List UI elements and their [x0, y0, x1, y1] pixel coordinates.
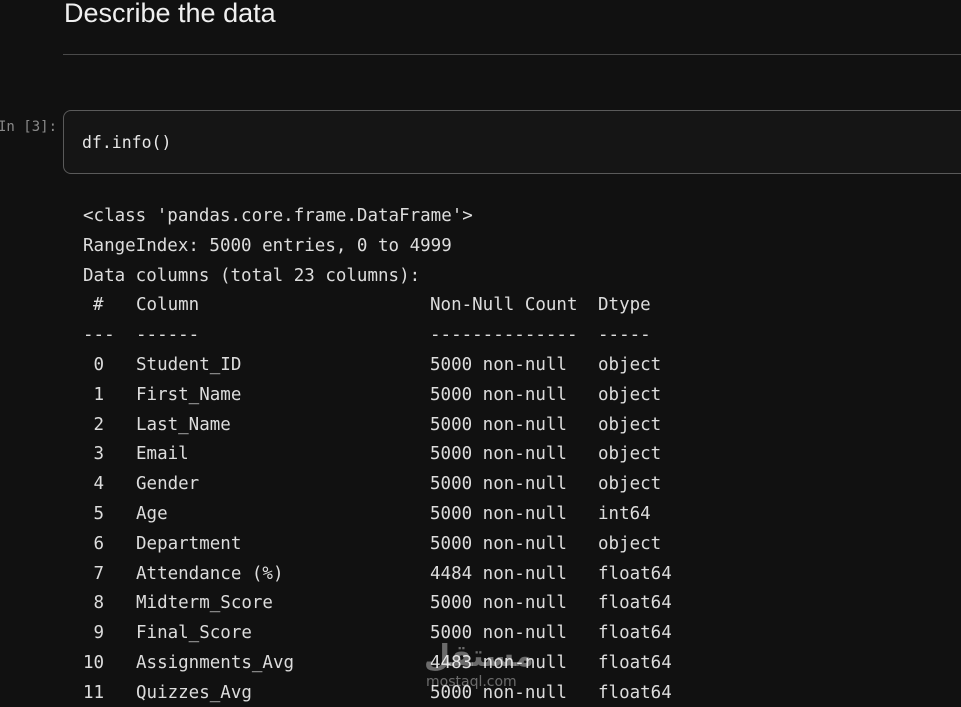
row-dtype: object [598, 414, 662, 435]
table-row: 8 Midterm_Score 5000 non-null float64 [83, 589, 943, 619]
table-row: 4 Gender 5000 non-null object [83, 470, 943, 500]
row-dtype: float64 [598, 652, 672, 673]
table-row: 10 Assignments_Avg 4483 non-null float64 [83, 649, 943, 679]
table-row: 9 Final_Score 5000 non-null float64 [83, 619, 943, 649]
table-row: 0 Student_ID 5000 non-null object [83, 351, 943, 381]
table-row: 3 Email 5000 non-null object [83, 440, 943, 470]
row-column: Midterm_Score [136, 593, 273, 614]
row-column: Final_Score [136, 623, 252, 644]
row-index: 6 [83, 533, 105, 554]
row-dtype: float64 [598, 593, 672, 614]
row-index: 10 [83, 652, 105, 673]
cell-output: <class 'pandas.core.frame.DataFrame'> Ra… [83, 202, 943, 707]
separator-column: ------ [136, 325, 200, 346]
row-index: 9 [83, 623, 105, 644]
separator-index: --- [83, 325, 115, 346]
cell-prompt: In [3]: [0, 119, 58, 135]
header-column: Column [136, 295, 200, 316]
code-cell[interactable]: df.info() [63, 110, 961, 174]
header-index: # [93, 295, 104, 316]
table-row: 11 Quizzes_Avg 5000 non-null float64 [83, 679, 943, 707]
row-column: Department [136, 533, 242, 554]
header-dtype: Dtype [598, 295, 651, 316]
row-column: Attendance (%) [136, 563, 284, 584]
row-dtype: float64 [598, 623, 672, 644]
row-index: 7 [83, 563, 105, 584]
row-non-null: 4483 non-null [430, 652, 567, 673]
info-header-row: # Column Non-Null Count Dtype [83, 291, 943, 321]
table-row: 6 Department 5000 non-null object [83, 530, 943, 560]
row-non-null: 5000 non-null [430, 593, 567, 614]
row-column: Quizzes_Avg [136, 682, 252, 703]
row-dtype: object [598, 384, 662, 405]
row-non-null: 5000 non-null [430, 623, 567, 644]
row-non-null: 5000 non-null [430, 354, 567, 375]
info-separator-row: --- ------ -------------- ----- [83, 321, 943, 351]
row-index: 2 [83, 414, 105, 435]
row-column: Last_Name [136, 414, 231, 435]
row-column: Age [136, 503, 168, 524]
separator-non-null: -------------- [430, 325, 578, 346]
table-row: 5 Age 5000 non-null int64 [83, 500, 943, 530]
row-dtype: int64 [598, 503, 651, 524]
row-non-null: 5000 non-null [430, 682, 567, 703]
row-dtype: object [598, 474, 662, 495]
row-non-null: 5000 non-null [430, 533, 567, 554]
row-dtype: object [598, 533, 662, 554]
heading-divider [63, 54, 961, 55]
row-column: Assignments_Avg [136, 652, 295, 673]
row-dtype: object [598, 444, 662, 465]
output-line-class: <class 'pandas.core.frame.DataFrame'> [83, 206, 473, 226]
row-non-null: 5000 non-null [430, 474, 567, 495]
row-non-null: 5000 non-null [430, 384, 567, 405]
row-dtype: float64 [598, 682, 672, 703]
row-column: Student_ID [136, 354, 242, 375]
row-index: 0 [83, 354, 105, 375]
table-row: 2 Last_Name 5000 non-null object [83, 411, 943, 441]
row-non-null: 5000 non-null [430, 444, 567, 465]
header-non-null: Non-Null Count [430, 295, 578, 316]
row-index: 3 [83, 444, 105, 465]
row-index: 4 [83, 474, 105, 495]
output-line-rangeindex: RangeIndex: 5000 entries, 0 to 4999 [83, 235, 452, 256]
row-index: 1 [83, 384, 105, 405]
row-non-null: 4484 non-null [430, 563, 567, 584]
row-index: 11 [83, 682, 105, 703]
table-row: 7 Attendance (%) 4484 non-null float64 [83, 560, 943, 590]
separator-dtype: ----- [598, 325, 651, 346]
code-editor-text[interactable]: df.info() [82, 133, 171, 153]
row-column: First_Name [136, 384, 242, 405]
output-line-data-columns: Data columns (total 23 columns): [83, 265, 421, 286]
row-dtype: float64 [598, 563, 672, 584]
row-column: Gender [136, 474, 200, 495]
row-column: Email [136, 444, 189, 465]
row-index: 5 [83, 503, 105, 524]
markdown-heading: Describe the data [64, 0, 276, 28]
row-non-null: 5000 non-null [430, 503, 567, 524]
table-row: 1 First_Name 5000 non-null object [83, 381, 943, 411]
row-index: 8 [83, 593, 105, 614]
row-non-null: 5000 non-null [430, 414, 567, 435]
row-dtype: object [598, 354, 662, 375]
